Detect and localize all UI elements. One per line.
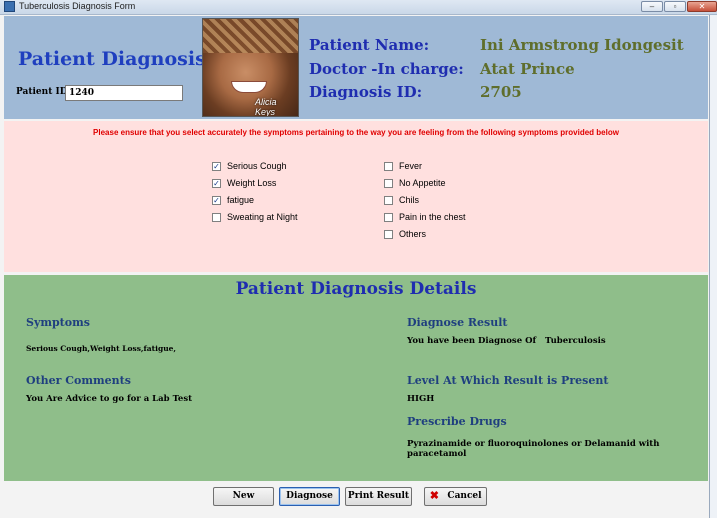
comments-value: You Are Advice to go for a Lab Test (26, 394, 193, 404)
symptoms-left-column: ✓ Serious Cough ✓ Weight Loss ✓ fatigue … (212, 160, 298, 223)
symptom-no-appetite[interactable]: No Appetite (384, 177, 466, 189)
checkbox[interactable] (384, 161, 393, 171)
page-title: Patient Diagnosis (18, 48, 206, 70)
patient-photo: Alicia Keys (202, 18, 299, 117)
new-button[interactable]: New (213, 487, 274, 506)
diagnosis-id-value: 2705 (480, 83, 522, 101)
window-right-edge (709, 15, 717, 518)
drugs-value: Pyrazinamide or fluoroquinolones or Dela… (407, 439, 660, 459)
level-heading: Level At Which Result is Present (407, 374, 609, 387)
symptoms-value: Serious Cough,Weight Loss,fatigue, (26, 344, 177, 353)
minimize-icon[interactable]: – (641, 1, 663, 12)
window-title: Tuberculosis Diagnosis Form (19, 1, 136, 11)
symptom-serious-cough[interactable]: ✓ Serious Cough (212, 160, 298, 172)
symptom-weight-loss[interactable]: ✓ Weight Loss (212, 177, 298, 189)
checkbox[interactable] (212, 212, 221, 222)
symptoms-panel (4, 121, 708, 272)
patient-name-label: Patient Name: (309, 36, 430, 54)
checkbox[interactable] (384, 212, 393, 222)
level-value: HIGH (407, 394, 435, 404)
checkbox[interactable] (384, 229, 393, 239)
symptom-pain-in-chest[interactable]: Pain in the chest (384, 211, 466, 223)
doctor-value: Atat Prince (480, 60, 575, 78)
app-icon (4, 1, 15, 12)
comments-heading: Other Comments (26, 374, 131, 387)
cancel-button[interactable]: ✖ Cancel (424, 487, 487, 506)
photo-caption: Alicia Keys (255, 97, 277, 117)
checkbox[interactable]: ✓ (212, 178, 221, 188)
checkbox[interactable]: ✓ (212, 195, 221, 205)
photo-scarf (203, 19, 298, 53)
drugs-heading: Prescribe Drugs (407, 415, 507, 428)
cancel-icon: ✖ (429, 488, 440, 502)
symptom-others[interactable]: Others (384, 228, 466, 240)
photo-smile (231, 81, 267, 93)
result-value: You have been Diagnose Of Tuberculosis (407, 336, 606, 346)
symptom-fever[interactable]: Fever (384, 160, 466, 172)
details-title: Patient Diagnosis Details (235, 279, 477, 299)
symptom-sweating-at-night[interactable]: Sweating at Night (212, 211, 298, 223)
diagnosis-id-label: Diagnosis ID: (309, 83, 423, 101)
patient-id-label: Patient ID (16, 87, 68, 97)
close-icon[interactable]: ✕ (687, 1, 717, 12)
checkbox[interactable]: ✓ (212, 161, 221, 171)
patient-id-input[interactable] (65, 85, 183, 101)
diagnose-button[interactable]: Diagnose (279, 487, 340, 506)
checkbox[interactable] (384, 178, 393, 188)
maximize-icon[interactable]: ▫ (664, 1, 686, 12)
symptoms-right-column: Fever No Appetite Chils Pain in the ches… (384, 160, 466, 240)
result-heading: Diagnose Result (407, 316, 508, 329)
checkbox[interactable] (384, 195, 393, 205)
instruction-text: Please ensure that you select accurately… (93, 128, 619, 137)
doctor-label: Doctor -In charge: (309, 60, 464, 78)
symptoms-heading: Symptoms (26, 316, 90, 329)
symptom-fatigue[interactable]: ✓ fatigue (212, 194, 298, 206)
print-result-button[interactable]: Print Result (345, 487, 412, 506)
symptom-chils[interactable]: Chils (384, 194, 466, 206)
cancel-label: Cancel (447, 491, 482, 501)
patient-name-value: Ini Armstrong Idongesit (480, 36, 684, 54)
